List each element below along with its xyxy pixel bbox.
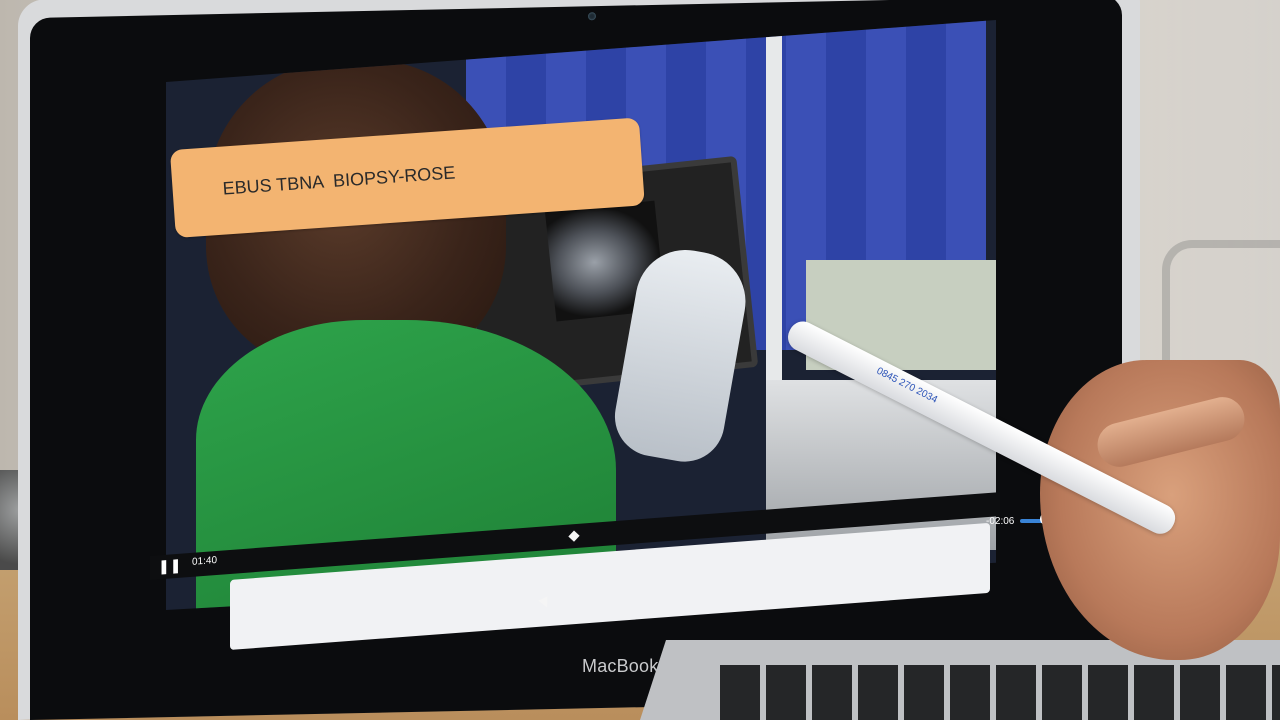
time-elapsed: 01:40: [192, 554, 218, 568]
scrub-handle[interactable]: [568, 530, 580, 542]
pause-icon[interactable]: ❚❚: [158, 556, 181, 576]
endoscope-pole: [766, 20, 782, 380]
caption-text: EBUS TBNA BIOPSY-ROSE: [221, 162, 456, 199]
keyboard-keys: [720, 665, 1280, 720]
